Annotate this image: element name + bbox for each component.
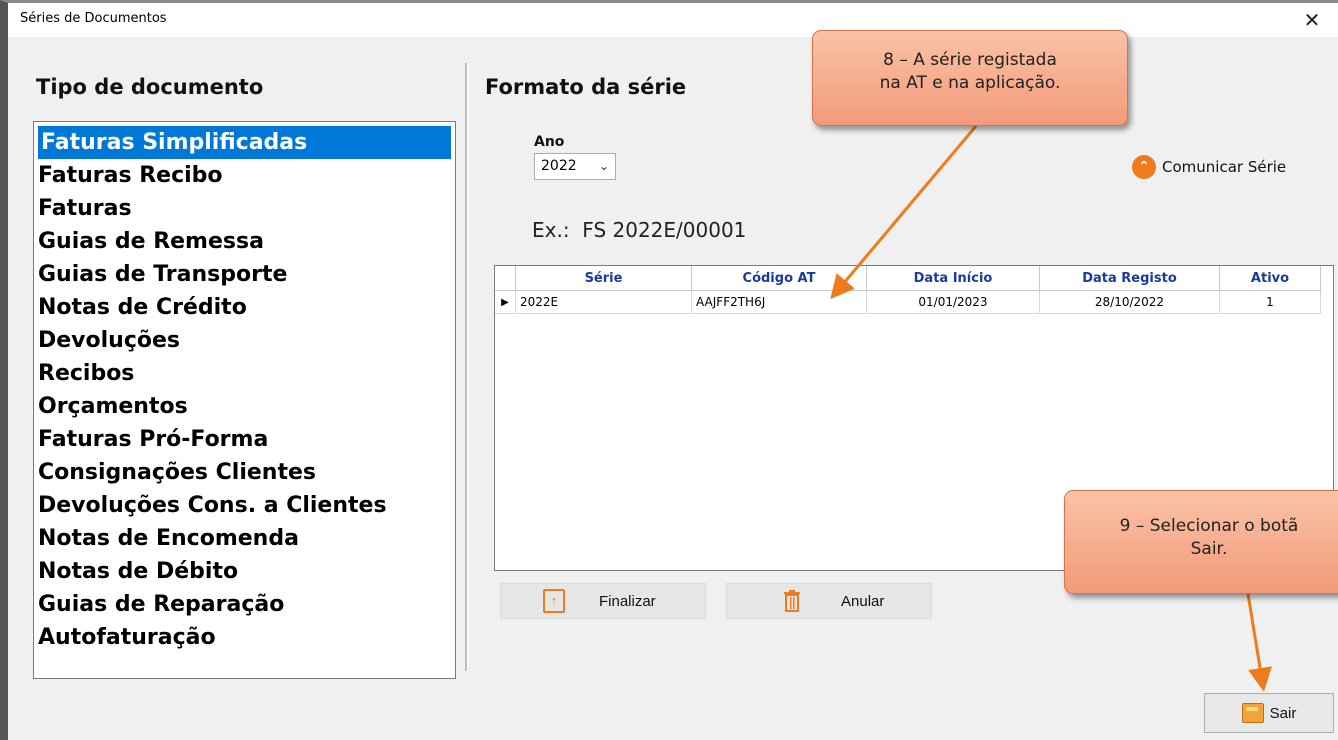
list-item-guias-transporte[interactable]: Guias de Transporte [34, 258, 455, 291]
serie-example: Ex.: FS 2022E/00001 [532, 218, 746, 242]
list-item-autofaturacao[interactable]: Autofaturação [34, 621, 455, 654]
anular-label: Anular [841, 592, 885, 610]
chevron-down-icon: ⌄ [598, 159, 609, 173]
close-icon[interactable]: ✕ [1296, 5, 1328, 35]
cell-codigo-at[interactable]: AAJFF2TH6J [691, 290, 867, 314]
ano-value: 2022 [541, 158, 577, 174]
list-item-devolucoes[interactable]: Devoluções [34, 324, 455, 357]
panel-divider [465, 63, 468, 671]
chevron-up-circle-icon: ⌃ [1132, 155, 1156, 179]
list-item-notas-encomenda[interactable]: Notas de Encomenda [34, 522, 455, 555]
list-item-notas-credito[interactable]: Notas de Crédito [34, 291, 455, 324]
ano-select[interactable]: 2022 ⌄ [534, 153, 616, 180]
tipo-documento-heading: Tipo de documento [36, 75, 264, 99]
col-header-ativo[interactable]: Ativo [1219, 266, 1321, 291]
current-row-marker-icon: ▶ [495, 290, 516, 314]
finalizar-button[interactable]: ↑ Finalizar [500, 583, 706, 619]
table-row[interactable]: ▶ 2022E AAJFF2TH6J 01/01/2023 28/10/2022… [495, 290, 1321, 314]
callout-8-line1: 8 – A série registada [883, 50, 1057, 70]
list-item-recibos[interactable]: Recibos [34, 357, 455, 390]
comunicar-serie-button[interactable]: ⌃ Comunicar Série [1132, 153, 1286, 181]
exit-icon [1241, 703, 1264, 723]
cell-serie[interactable]: 2022E [515, 290, 692, 314]
anular-button[interactable]: Anular [726, 583, 932, 619]
example-label: Ex.: [532, 218, 570, 242]
col-header-serie[interactable]: Série [515, 266, 692, 291]
callout-8-line2: na AT e na aplicação. [879, 73, 1061, 93]
ano-label: Ano [534, 134, 565, 150]
comunicar-serie-label: Comunicar Série [1162, 158, 1287, 176]
row-header-corner [495, 266, 516, 291]
list-item-faturas[interactable]: Faturas [34, 192, 455, 225]
export-icon: ↑ [543, 589, 565, 613]
list-item-devolucoes-cons-clientes[interactable]: Devoluções Cons. a Clientes [34, 489, 455, 522]
callout-9-line2: Sair. [1190, 539, 1228, 559]
document-type-list[interactable]: Faturas Simplificadas Faturas Recibo Fat… [33, 121, 456, 679]
list-item-notas-debito[interactable]: Notas de Débito [34, 555, 455, 588]
series-documentos-window: Séries de Documentos ✕ Tipo de documento… [0, 0, 1338, 740]
callout-9-line1: 9 – Selecionar o botã [1119, 516, 1299, 536]
example-value: FS 2022E/00001 [582, 218, 747, 242]
col-header-data-registo[interactable]: Data Registo [1039, 266, 1220, 291]
callout-8: 8 – A série registada na AT e na aplicaç… [812, 30, 1128, 126]
finalizar-label: Finalizar [599, 592, 656, 610]
grid-header-row: Série Código AT Data Início Data Registo… [495, 266, 1321, 291]
col-header-data-inicio[interactable]: Data Início [866, 266, 1040, 291]
formato-serie-heading: Formato da série [485, 75, 687, 99]
cell-data-registo[interactable]: 28/10/2022 [1039, 290, 1220, 314]
list-item-guias-remessa[interactable]: Guias de Remessa [34, 225, 455, 258]
list-item-faturas-pro-forma[interactable]: Faturas Pró-Forma [34, 423, 455, 456]
cell-ativo[interactable]: 1 [1219, 290, 1321, 314]
trash-icon [784, 590, 800, 612]
cell-data-inicio[interactable]: 01/01/2023 [866, 290, 1040, 314]
callout-9: 9 – Selecionar o botã Sair. [1064, 490, 1338, 594]
col-header-codigo-at[interactable]: Código AT [691, 266, 867, 291]
list-item-consignacoes-clientes[interactable]: Consignações Clientes [34, 456, 455, 489]
sair-button[interactable]: Sair [1204, 693, 1334, 733]
sair-label: Sair [1269, 704, 1297, 722]
list-item-faturas-simplificadas[interactable]: Faturas Simplificadas [38, 126, 451, 159]
list-item-guias-reparacao[interactable]: Guias de Reparação [34, 588, 455, 621]
list-item-orcamentos[interactable]: Orçamentos [34, 390, 455, 423]
list-item-faturas-recibo[interactable]: Faturas Recibo [34, 159, 455, 192]
window-title: Séries de Documentos [20, 11, 167, 26]
title-bar: Séries de Documentos ✕ [8, 3, 1338, 37]
